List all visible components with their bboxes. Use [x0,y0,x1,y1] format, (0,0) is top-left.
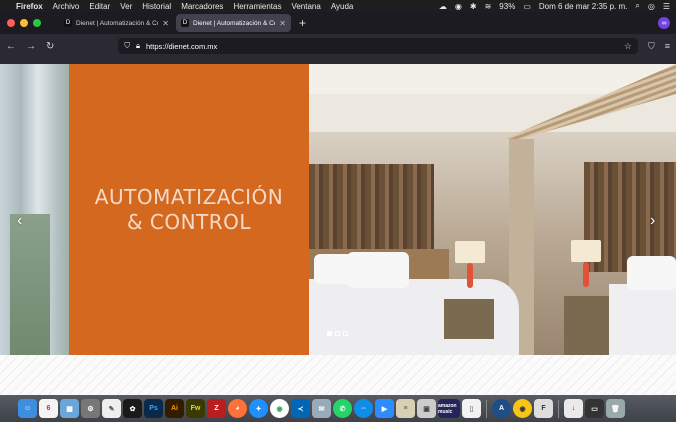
slider-dot-3[interactable] [343,331,348,336]
photos-icon[interactable]: ▣ [417,399,436,418]
close-tab-icon[interactable]: ✕ [279,19,286,28]
battery-percent: 93% [499,1,516,11]
dock: ☺ 6 ▦ ⚙ ✎ ✿ Ps Ai Fw Z ◕ ✦ ◉ ≺ ✉ ✆ ⇔ ▶ ≡… [0,395,676,422]
dock-separator [486,399,487,418]
bluetooth-icon[interactable]: ✱ [470,2,477,11]
font-book-icon[interactable]: F [534,399,553,418]
menu-clock[interactable]: Dom 6 de mar 2:35 p. m. [539,2,627,11]
slider-dot-2[interactable] [335,331,340,336]
zoom-window-button[interactable] [33,19,41,27]
menu-ayuda[interactable]: Ayuda [331,2,354,11]
nav-bar: ← → ↻ ⛉ 🔒︎ https://dienet.com.mx ☆ ⛉ ≡ [0,34,676,58]
finder-icon[interactable]: ☺ [18,399,37,418]
slider-dots [327,331,348,336]
mac-app-icon[interactable]: A [492,399,511,418]
textedit-icon[interactable]: ✎ [102,399,121,418]
menu-editar[interactable]: Editar [89,2,110,11]
slider-dot-1[interactable] [327,331,332,336]
document-icon[interactable]: ▯ [462,399,481,418]
hero-hotel-image [309,64,676,355]
photoshop-icon[interactable]: Ps [144,399,163,418]
lock-icon[interactable]: 🔒︎ [136,41,140,51]
firefox-icon[interactable]: ◕ [228,399,247,418]
safari-icon[interactable]: ✦ [249,399,268,418]
forward-icon[interactable]: → [26,41,36,52]
downloads-icon[interactable]: ↓ [564,399,583,418]
page-section-pattern [0,355,676,395]
close-tab-icon[interactable]: ✕ [162,19,169,28]
system-preferences-icon[interactable]: ⚙ [81,399,100,418]
hero-title-line-2: & CONTROL [126,209,252,234]
adobe-icon[interactable]: ◉ [455,2,462,11]
amazon-music-label: amazon music [438,402,457,415]
whatsapp-icon[interactable]: ✆ [333,399,352,418]
pocket-icon[interactable]: ⛉ [648,41,655,52]
menu-historial[interactable]: Historial [142,2,171,11]
trash-icon[interactable]: 🗑︎ [606,399,625,418]
control-center-icon[interactable]: ☰ [663,2,670,11]
vscode-icon[interactable]: ≺ [291,399,310,418]
chatgpt-icon[interactable]: ✿ [123,399,142,418]
dienet-favicon-icon: D [181,19,189,27]
tab-dienet-2[interactable]: D Dienet | Automatización & Contr ✕ [176,14,291,32]
private-browsing-icon[interactable]: ∞ [658,17,670,29]
url-bar[interactable]: ⛉ 🔒︎ https://dienet.com.mx ☆ [118,38,638,54]
url-text[interactable]: https://dienet.com.mx [146,42,217,51]
filezilla-icon[interactable]: Z [207,399,226,418]
bookmark-star-icon[interactable]: ☆ [624,41,632,52]
hero-title-panel: AUTOMATIZACIÓN & CONTROL [69,64,309,355]
slider-next-arrow[interactable]: › [650,212,655,230]
menu-marcadores[interactable]: Marcadores [181,2,223,11]
mail-icon[interactable]: ✉ [312,399,331,418]
calendar-icon[interactable]: 6 [39,399,58,418]
tab-strip: D Dienet | Automatización & Contr ✕ D Di… [0,12,676,34]
screen-icon[interactable]: ▭ [585,399,604,418]
back-icon[interactable]: ← [6,41,16,52]
hero-title-line-1: AUTOMATIZACIÓN [94,184,284,209]
notes-icon[interactable]: ≡ [396,399,415,418]
dienet-favicon-icon: D [64,19,72,27]
menu-archivo[interactable]: Archivo [53,2,80,11]
menu-ventana[interactable]: Ventana [291,2,320,11]
minimize-window-button[interactable] [20,19,28,27]
spotlight-icon[interactable]: ⌕ [635,1,639,11]
siri-icon[interactable]: ◎ [648,2,655,11]
new-tab-button[interactable]: + [299,16,306,30]
cloud-icon[interactable]: ☁ [439,2,447,11]
slider-prev-arrow[interactable]: ‹ [17,212,22,230]
amazon-music-icon[interactable]: amazon music [438,399,460,418]
hero-slider: AUTOMATIZACIÓN & CONTROL ‹ › [0,64,676,355]
teamviewer-icon[interactable]: ⇔ [354,399,373,418]
menu-ver[interactable]: Ver [120,2,132,11]
illustrator-icon[interactable]: Ai [165,399,184,418]
menu-herramientas[interactable]: Herramientas [233,2,281,11]
chrome-icon[interactable]: ◉ [270,399,289,418]
close-window-button[interactable] [7,19,15,27]
hero-left-image [0,64,69,355]
zoom-icon[interactable]: ▶ [375,399,394,418]
menu-app-name[interactable]: Firefox [16,2,43,11]
dock-separator [558,399,559,418]
wifi-icon[interactable]: ≋ [485,2,492,11]
chrome-canary-icon[interactable]: ◉ [513,399,532,418]
shield-icon[interactable]: ⛉ [124,41,130,51]
menu-bar: Firefox Archivo Editar Ver Historial Mar… [0,0,676,12]
window-controls [7,19,41,27]
tab-title: Dienet | Automatización & Contr [193,19,275,27]
calendar-day: 6 [46,405,51,412]
battery-icon[interactable]: ▭ [523,2,531,11]
reload-icon[interactable]: ↻ [46,41,54,52]
tab-title: Dienet | Automatización & Contr [76,19,158,27]
tab-dienet-1[interactable]: D Dienet | Automatización & Contr ✕ [59,14,174,32]
app-menu-icon[interactable]: ≡ [665,41,670,52]
preview-icon[interactable]: ▦ [60,399,79,418]
fireworks-icon[interactable]: Fw [186,399,205,418]
